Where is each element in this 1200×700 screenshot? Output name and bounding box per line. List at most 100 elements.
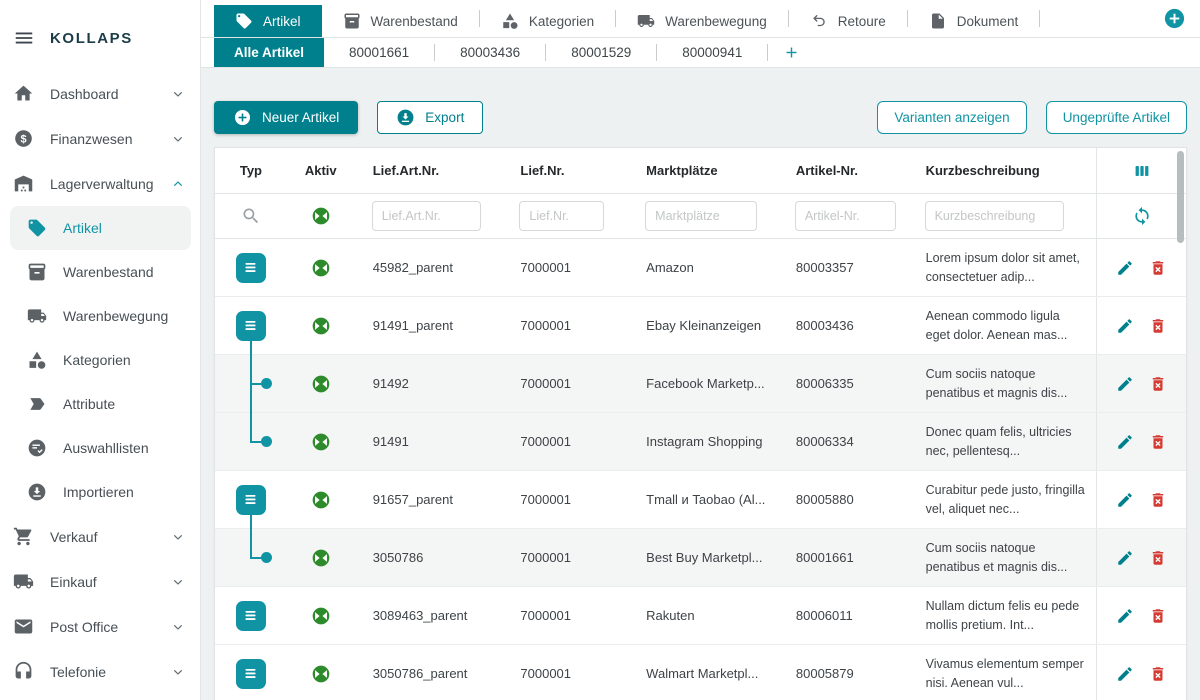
unchecked-articles-button[interactable]: Ungeprüfte Artikel	[1046, 101, 1187, 134]
filter-lief-nr-input[interactable]	[519, 201, 604, 231]
edit-icon[interactable]	[1116, 549, 1134, 567]
main-tabbar: ArtikelWarenbestand Kategorien Warenbewegu…	[201, 0, 1200, 38]
delete-icon[interactable]	[1149, 491, 1167, 509]
active-filter-icon[interactable]	[311, 206, 331, 226]
delete-icon[interactable]	[1149, 433, 1167, 451]
cell-artikel-nr: 80003357	[778, 239, 908, 296]
tab-kategorien[interactable]: Kategorien	[480, 5, 615, 37]
table-row[interactable]: 45982_parent7000001Amazon80003357Lorem i…	[215, 239, 1186, 297]
table-row[interactable]: 3089463_parent7000001Rakuten80006011Null…	[215, 587, 1186, 645]
table-row[interactable]: 30507867000001Best Buy Marketpl...800016…	[215, 529, 1186, 587]
filter-kurzbeschreibung-input[interactable]	[925, 201, 1064, 231]
column-header-typ[interactable]: Typ	[215, 148, 287, 193]
table-row[interactable]: 91491_parent7000001Ebay Kleinanzeigen800…	[215, 297, 1186, 355]
parent-article-type-icon[interactable]	[236, 253, 266, 283]
add-subtab-button[interactable]	[768, 38, 815, 67]
subtab-label: 80001529	[571, 45, 631, 60]
tree-connector-line	[250, 515, 252, 529]
subtab-80001661[interactable]: 80001661	[324, 38, 434, 67]
sidebar-item-attribute[interactable]: Attribute	[10, 382, 191, 426]
table-scrollbar-thumb[interactable]	[1177, 151, 1184, 243]
table-row[interactable]: 914917000001Instagram Shopping80006334Do…	[215, 413, 1186, 471]
column-header-aktiv[interactable]: Aktiv	[287, 148, 355, 193]
new-article-button[interactable]: Neuer Artikel	[214, 101, 358, 134]
delete-icon[interactable]	[1149, 607, 1167, 625]
columns-settings-icon[interactable]	[1131, 160, 1153, 182]
sidebar-item-einkauf[interactable]: Einkauf	[0, 559, 200, 604]
edit-icon[interactable]	[1116, 375, 1134, 393]
sidebar-item-dashboard[interactable]: Dashboard	[0, 71, 200, 116]
filter-lief-art-nr-input[interactable]	[372, 201, 481, 231]
tab-artikel[interactable]: Artikel	[214, 5, 322, 37]
column-header-lief-nr[interactable]: Lief.Nr.	[502, 148, 628, 193]
subtab-80000941[interactable]: 80000941	[657, 38, 767, 67]
cell-artikel-nr: 80005880	[778, 471, 908, 528]
add-tab-icon[interactable]	[1163, 7, 1186, 30]
cell-lief-nr: 7000001	[502, 297, 628, 354]
tab-retoure[interactable]: Retoure	[789, 5, 907, 37]
sidebar-item-warenbewegung[interactable]: Warenbewegung	[10, 294, 191, 338]
tree-child-dot-icon	[261, 378, 272, 389]
tab-label: Dokument	[957, 14, 1019, 29]
tab-warenbestand[interactable]: Warenbestand	[322, 5, 479, 37]
column-header-artikel-nr[interactable]: Artikel-Nr.	[778, 148, 908, 193]
delete-icon[interactable]	[1149, 317, 1167, 335]
tab-dokument[interactable]: Dokument	[908, 5, 1040, 37]
sidebar-item-telefonie[interactable]: Telefonie	[0, 649, 200, 694]
delete-icon[interactable]	[1149, 259, 1167, 277]
cell-kurzbeschreibung: Nullam dictum felis eu pede mollis preti…	[908, 597, 1097, 635]
sidebar-item-kategorien[interactable]: Kategorien	[10, 338, 191, 382]
refresh-icon[interactable]	[1132, 206, 1152, 226]
delete-icon[interactable]	[1149, 375, 1167, 393]
table-row[interactable]: 91657_parent7000001Tmall и Taobao (Al...…	[215, 471, 1186, 529]
parent-article-type-icon[interactable]	[236, 485, 266, 515]
column-header-lief-art-nr[interactable]: Lief.Art.Nr.	[355, 148, 503, 193]
subtab-80001529[interactable]: 80001529	[546, 38, 656, 67]
sidebar-item-auswahllisten[interactable]: Auswahllisten	[10, 426, 191, 470]
filter-marktplaetze-input[interactable]	[645, 201, 757, 231]
sidebar-item-label: Warenbestand	[63, 264, 154, 280]
sidebar-item-label: Warenbewegung	[63, 308, 168, 324]
edit-icon[interactable]	[1116, 491, 1134, 509]
edit-icon[interactable]	[1116, 433, 1134, 451]
cell-marktplatz: Amazon	[628, 239, 778, 296]
sidebar-item-verkauf[interactable]: Verkauf	[0, 514, 200, 559]
filter-artikel-nr-input[interactable]	[795, 201, 896, 231]
column-header-kurzbeschreibung[interactable]: Kurzbeschreibung	[908, 148, 1097, 193]
cell-kurzbeschreibung: Aenean commodo ligula eget dolor. Aenean…	[908, 307, 1097, 345]
sidebar-item-artikel[interactable]: Artikel	[10, 206, 191, 250]
subtab-alle-artikel[interactable]: Alle Artikel	[214, 38, 324, 67]
subtab-80003436[interactable]: 80003436	[435, 38, 545, 67]
sidebar-item-finanzwesen[interactable]: $Finanzwesen	[0, 116, 200, 161]
edit-icon[interactable]	[1116, 259, 1134, 277]
cell-lief-nr: 7000001	[502, 529, 628, 586]
parent-article-type-icon[interactable]	[236, 311, 266, 341]
edit-icon[interactable]	[1116, 317, 1134, 335]
delete-icon[interactable]	[1149, 549, 1167, 567]
sidebar-item-label: Dashboard	[50, 86, 119, 102]
cell-artikel-nr: 80006334	[778, 413, 908, 470]
export-button[interactable]: Export	[377, 101, 483, 134]
sidebar-item-post-office[interactable]: Post Office	[0, 604, 200, 649]
menu-icon[interactable]	[13, 27, 35, 49]
cell-marktplatz: Instagram Shopping	[628, 413, 778, 470]
inventory-icon	[343, 12, 361, 30]
delete-icon[interactable]	[1149, 665, 1167, 683]
edit-icon[interactable]	[1116, 665, 1134, 683]
edit-icon[interactable]	[1116, 607, 1134, 625]
show-variants-button[interactable]: Varianten anzeigen	[877, 101, 1026, 134]
parent-article-type-icon[interactable]	[236, 659, 266, 689]
sidebar-item-label: Finanzwesen	[50, 131, 133, 147]
sidebar-item-warenbestand[interactable]: Warenbestand	[10, 250, 191, 294]
table-row[interactable]: 3050786_parent7000001Walmart Marketpl...…	[215, 645, 1186, 700]
sidebar-item-importieren[interactable]: Importieren	[10, 470, 191, 514]
tab-label: Kategorien	[529, 14, 594, 29]
column-header-marktplaetze[interactable]: Marktplätze	[628, 148, 778, 193]
chevron-down-icon	[170, 664, 186, 680]
tab-warenbewegung[interactable]: Warenbewegung	[616, 5, 788, 37]
table-row[interactable]: 914927000001Facebook Marketp...80006335C…	[215, 355, 1186, 413]
truck-icon	[637, 12, 655, 30]
cell-kurzbeschreibung: Cum sociis natoque penatibus et magnis d…	[908, 539, 1097, 577]
sidebar-item-lagerverwaltung[interactable]: Lagerverwaltung	[0, 161, 200, 206]
parent-article-type-icon[interactable]	[236, 601, 266, 631]
